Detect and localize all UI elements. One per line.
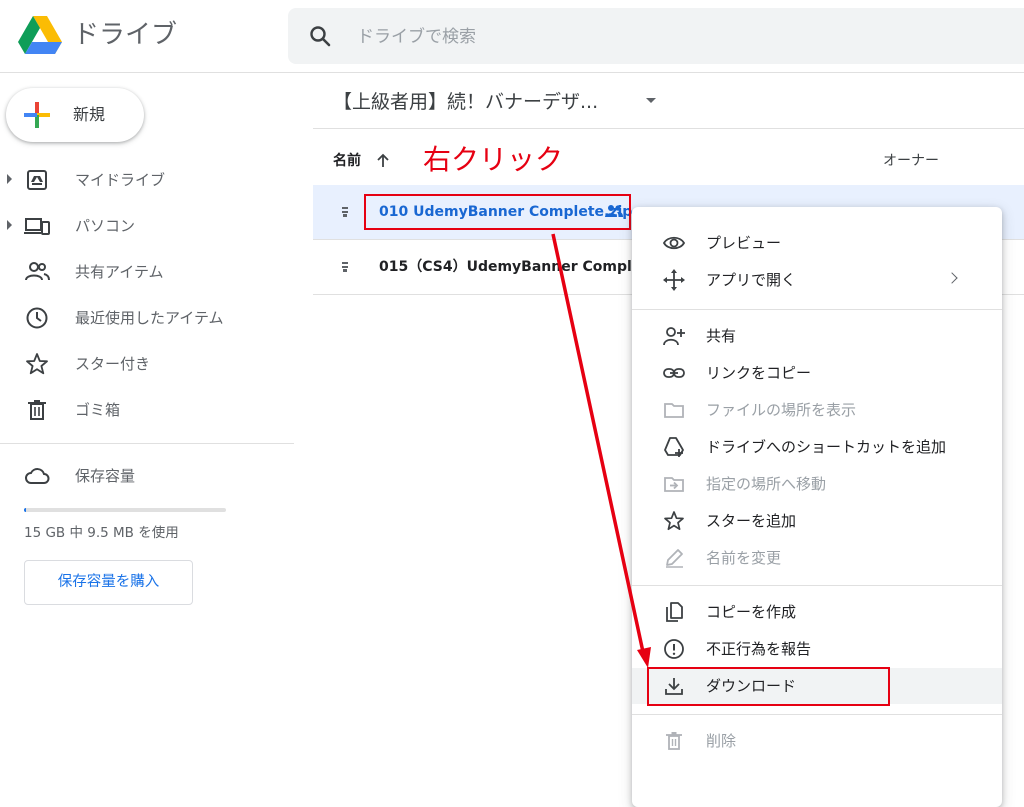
annotation-right-click: 右クリック [423, 143, 564, 176]
breadcrumb-folder[interactable]: 【上級者用】続！バナーデザ... [333, 88, 598, 116]
trash-icon [663, 730, 685, 752]
column-header-owner[interactable]: オーナー [883, 150, 939, 172]
pencil-icon [663, 547, 685, 569]
trash-icon [24, 397, 50, 423]
menu-item-share[interactable]: 共有 [632, 318, 1002, 354]
storage-usage-text: 15 GB 中 9.5 MB を使用 [24, 525, 179, 541]
menu-item-label: コピーを作成 [706, 603, 797, 621]
menu-item-add-star[interactable]: スターを追加 [632, 503, 1002, 539]
menu-item-label: プレビュー [706, 234, 782, 252]
caret-down-icon[interactable] [646, 98, 656, 103]
menu-item-label: ドライブへのショートカットを追加 [706, 438, 947, 456]
person-add-icon [663, 325, 685, 347]
menu-item-rename: 名前を変更 [632, 540, 1002, 576]
annotation-highlight-box [364, 194, 631, 230]
sidebar-item-shared[interactable]: 共有アイテム [0, 250, 290, 294]
menu-item-make-copy[interactable]: コピーを作成 [632, 594, 1002, 630]
sidebar-item-recent[interactable]: 最近使用したアイテム [0, 296, 290, 340]
menu-item-label: アプリで開く [706, 271, 797, 289]
menu-item-move-to: 指定の場所へ移動 [632, 466, 1002, 502]
drive-logo-icon[interactable] [18, 16, 62, 54]
caret-right-icon[interactable] [7, 220, 12, 230]
folder-move-icon [663, 473, 685, 495]
eye-icon [663, 232, 685, 254]
folder-icon [663, 399, 685, 421]
link-icon [663, 362, 685, 384]
sidebar-item-storage[interactable]: 保存容量 [0, 454, 290, 498]
context-menu: プレビュー アプリで開く 共有 リンクをコピー ファイルの場所を表示 ドライブへ… [632, 207, 1002, 807]
menu-item-preview[interactable]: プレビュー [632, 225, 1002, 261]
sidebar-item-computers[interactable]: パソコン [0, 204, 290, 248]
menu-item-label: 名前を変更 [706, 549, 782, 567]
buy-storage-button[interactable]: 保存容量を購入 [24, 560, 193, 605]
cloud-icon [24, 463, 50, 489]
sidebar-item-trash[interactable]: ゴミ箱 [0, 388, 290, 432]
new-button-label: 新規 [73, 105, 106, 124]
chevron-right-icon [946, 272, 958, 284]
sort-arrow-up-icon[interactable] [374, 152, 392, 170]
menu-item-label: 削除 [706, 732, 737, 750]
menu-divider [632, 714, 1002, 715]
zip-file-icon [340, 260, 350, 274]
move-arrows-icon [663, 269, 685, 291]
drive-shortcut-icon [663, 436, 685, 458]
storage-progress-fill [24, 508, 27, 512]
search-icon[interactable] [308, 24, 332, 48]
menu-item-label: 指定の場所へ移動 [706, 475, 827, 493]
clock-icon [24, 305, 50, 331]
sidebar-item-my-drive[interactable]: マイドライブ [0, 158, 290, 202]
sidebar-item-label: 最近使用したアイテム [75, 309, 224, 327]
sidebar-item-label: スター付き [75, 355, 151, 373]
menu-item-show-location: ファイルの場所を表示 [632, 392, 1002, 428]
menu-item-copy-link[interactable]: リンクをコピー [632, 355, 1002, 391]
my-drive-icon [24, 167, 50, 193]
menu-item-label: 共有 [706, 327, 737, 345]
menu-item-label: 不正行為を報告 [706, 640, 812, 658]
menu-item-open-with[interactable]: アプリで開く [632, 262, 1002, 298]
menu-item-label: リンクをコピー [706, 364, 812, 382]
computers-icon [24, 213, 50, 239]
menu-item-report-abuse[interactable]: 不正行為を報告 [632, 631, 1002, 667]
sidebar-item-label: マイドライブ [75, 171, 166, 189]
report-icon [663, 638, 685, 660]
star-icon [663, 510, 685, 532]
shared-icon [24, 259, 50, 285]
sidebar-item-label: ゴミ箱 [75, 401, 121, 419]
app-name: ドライブ [73, 20, 178, 50]
column-header-name[interactable]: 名前 [333, 150, 361, 172]
search-input[interactable] [355, 18, 859, 56]
menu-divider [632, 585, 1002, 586]
menu-item-label: ファイルの場所を表示 [706, 401, 857, 419]
menu-item-add-shortcut[interactable]: ドライブへのショートカットを追加 [632, 429, 1002, 465]
plus-icon [24, 102, 50, 128]
menu-divider [632, 309, 1002, 310]
zip-file-icon [340, 205, 350, 219]
caret-right-icon[interactable] [7, 174, 12, 184]
sidebar-divider [0, 443, 294, 444]
sidebar-item-starred[interactable]: スター付き [0, 342, 290, 386]
menu-item-label: スターを追加 [706, 512, 797, 530]
sidebar-item-label: パソコン [75, 217, 136, 235]
storage-label: 保存容量 [75, 467, 136, 485]
copy-icon [663, 601, 685, 623]
annotation-download-box [647, 667, 890, 706]
star-icon [24, 351, 50, 377]
header-divider [313, 128, 1024, 129]
storage-progress-bar [24, 508, 226, 512]
new-button[interactable]: 新規 [6, 88, 144, 142]
sidebar-item-label: 共有アイテム [75, 263, 164, 281]
menu-item-delete[interactable]: 削除 [632, 723, 1002, 759]
